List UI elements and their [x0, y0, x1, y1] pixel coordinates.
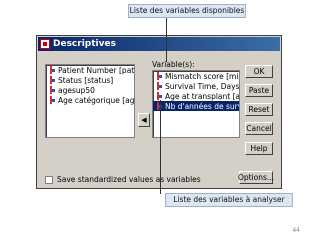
descriptives-dialog: Descriptives Patient Number [patnun Stat…: [36, 35, 282, 189]
move-variable-button[interactable]: ◀: [138, 113, 150, 127]
variables-label: Variable(s):: [152, 60, 195, 69]
target-list-item-label: Age at transplant [agetr: [165, 91, 240, 101]
reset-button[interactable]: Reset: [245, 103, 273, 116]
scale-variable-icon: [156, 82, 163, 90]
target-list-item[interactable]: Age at transplant [agetr: [153, 91, 239, 101]
callout-pointer-top: [166, 18, 167, 62]
source-list-item[interactable]: agesup50: [46, 85, 134, 95]
target-list-item-selected[interactable]: Nb d'années de survie: [153, 101, 239, 111]
source-list-item-label: agesup50: [58, 85, 95, 95]
save-standardized-checkbox[interactable]: [45, 175, 53, 184]
target-list-item-label: Survival Time, Days [su: [165, 81, 240, 91]
source-list-item[interactable]: Status [status]: [46, 75, 134, 85]
callout-analysis-variables: Liste des variables à analyser: [165, 193, 293, 207]
paste-button[interactable]: Paste: [245, 84, 273, 97]
callout-available-variables: Liste des variables disponibles: [128, 4, 246, 18]
source-list-item-label: Status [status]: [58, 75, 114, 85]
help-button[interactable]: Help: [245, 142, 273, 155]
scale-variable-icon: [49, 86, 56, 94]
app-icon: [40, 39, 50, 49]
scale-variable-icon: [49, 96, 56, 104]
ok-button[interactable]: OK: [245, 65, 273, 78]
save-standardized-option[interactable]: Save standardized values as variables: [45, 175, 201, 184]
scale-variable-icon: [156, 92, 163, 100]
target-list-item[interactable]: Mismatch score [misma: [153, 71, 239, 81]
dialog-title: Descriptives: [53, 39, 116, 49]
target-list-item-label: Nb d'années de survie: [165, 101, 239, 111]
scale-variable-icon: [49, 66, 56, 74]
scale-variable-icon: [156, 72, 163, 80]
cancel-button[interactable]: Cancel: [245, 122, 273, 135]
source-list-item-label: Patient Number [patnun: [58, 65, 135, 75]
target-list-item[interactable]: Survival Time, Days [su: [153, 81, 239, 91]
callout-pointer-bottom: [160, 100, 161, 194]
source-list-item[interactable]: Age catégorique [agec:: [46, 95, 134, 105]
target-list-item-label: Mismatch score [misma: [165, 71, 239, 81]
page-number: 44: [292, 227, 300, 234]
title-bar: Descriptives: [38, 37, 280, 51]
scale-variable-icon: [49, 76, 56, 84]
save-standardized-label: Save standardized values as variables: [57, 175, 201, 184]
options-button[interactable]: Options...: [238, 171, 274, 184]
arrow-left-icon: ◀: [141, 116, 147, 124]
source-list-item-label: Age catégorique [agec:: [58, 95, 135, 105]
source-variable-list[interactable]: Patient Number [patnun Status [status] a…: [45, 64, 135, 138]
source-list-item[interactable]: Patient Number [patnun: [46, 65, 134, 75]
target-variable-list[interactable]: Mismatch score [misma Survival Time, Day…: [152, 70, 240, 138]
